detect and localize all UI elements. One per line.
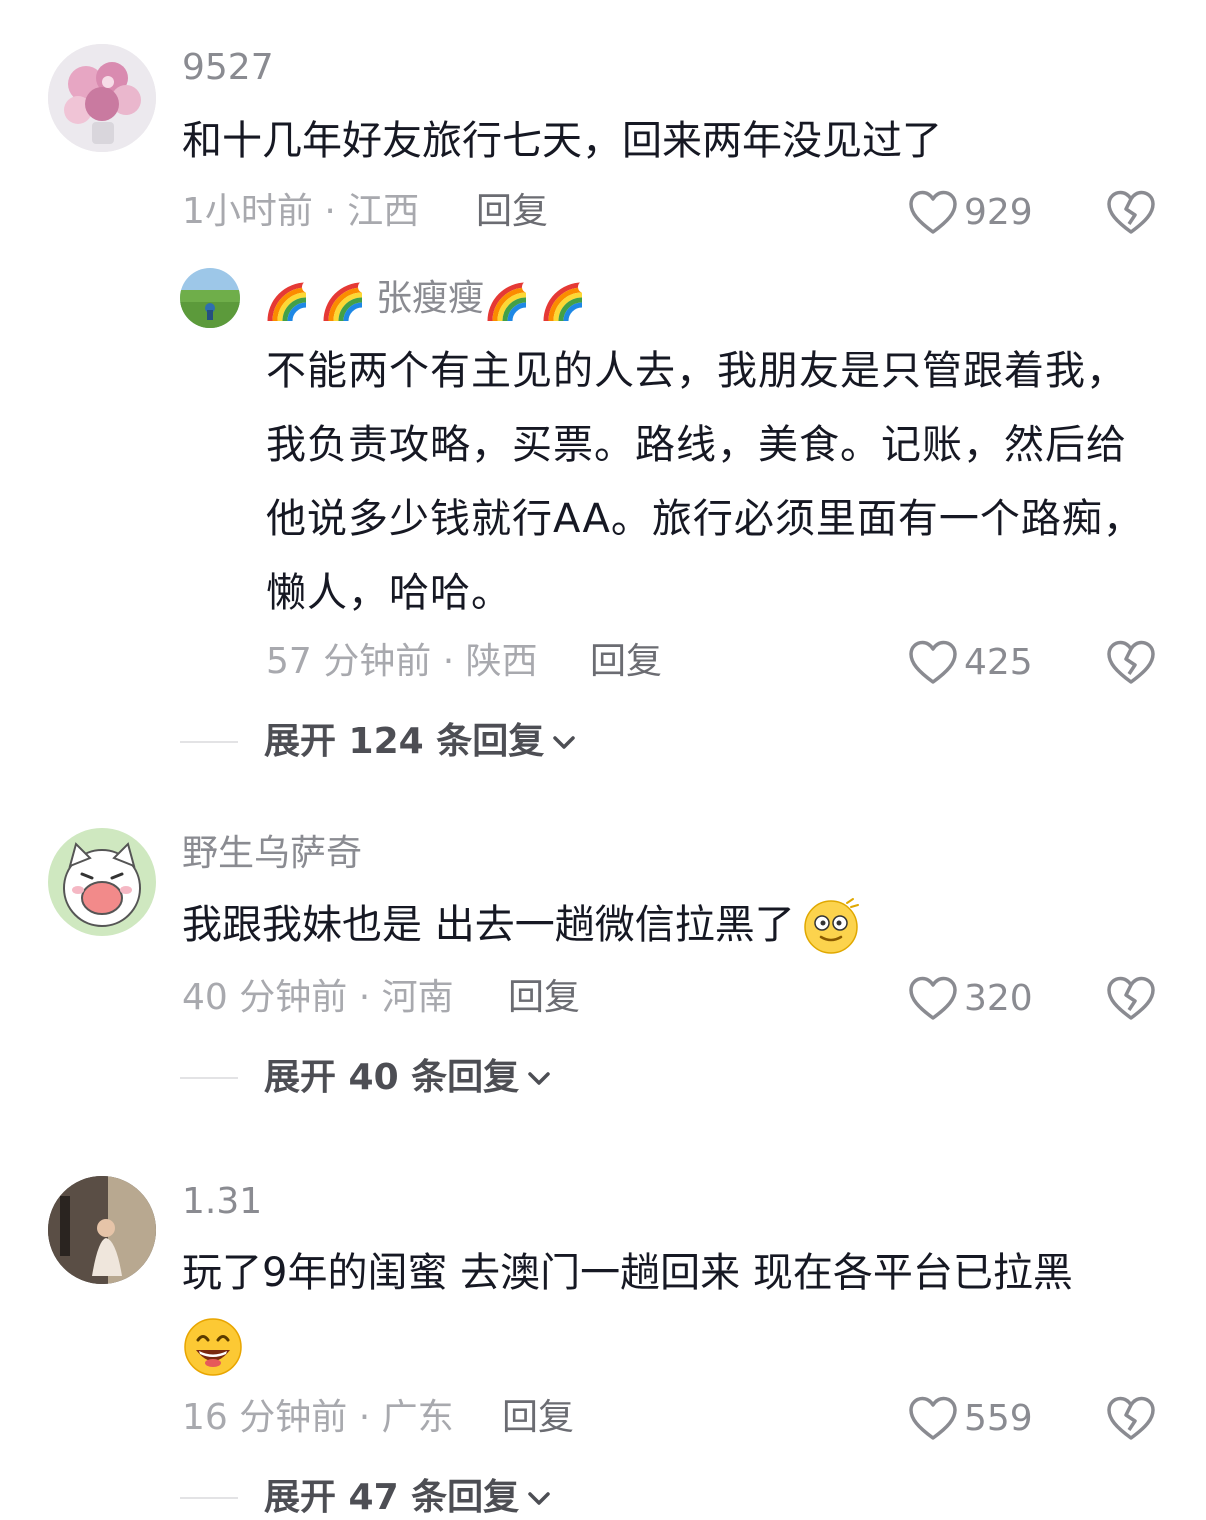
divider xyxy=(180,741,238,743)
reply-username-row: 张瘦瘦 xyxy=(266,272,594,326)
avatar[interactable] xyxy=(48,1176,156,1284)
avatar[interactable] xyxy=(48,828,156,936)
avatar[interactable] xyxy=(48,44,156,152)
rainbow-icon xyxy=(267,281,314,322)
reply-button[interactable]: 回复 xyxy=(508,976,580,1020)
time-location: 40 分钟前 · 河南 xyxy=(182,977,454,1018)
like-count: 320 xyxy=(964,978,1033,1019)
comment-emoji-row xyxy=(182,1316,244,1382)
like-button[interactable]: 425 xyxy=(908,638,1033,688)
username[interactable]: 张瘦瘦 xyxy=(376,277,484,321)
time-location: 57 分钟前 · 陕西 xyxy=(266,641,538,682)
dizzy-face-emoji-icon xyxy=(803,898,859,954)
chevron-down-icon xyxy=(553,736,575,749)
like-count: 559 xyxy=(964,1398,1033,1439)
flower-avatar-icon xyxy=(48,44,156,152)
broken-heart-icon xyxy=(1107,976,1155,1020)
rainbow-icon xyxy=(487,281,535,322)
like-count: 425 xyxy=(964,642,1033,683)
expand-replies-button[interactable]: 展开 124 条回复 xyxy=(180,720,578,764)
heart-icon xyxy=(909,190,957,234)
reply-button[interactable]: 回复 xyxy=(590,640,662,684)
chevron-down-icon xyxy=(528,1072,550,1085)
heart-icon xyxy=(909,1396,957,1440)
like-button[interactable]: 559 xyxy=(908,1394,1033,1444)
comment-text-row: 我跟我妹也是 出去一趟微信拉黑了 xyxy=(182,888,861,962)
broken-heart-icon xyxy=(1107,640,1155,684)
time-location: 1小时前 · 江西 xyxy=(182,191,420,232)
dislike-button[interactable] xyxy=(1106,976,1156,1024)
time-location: 16 分钟前 · 广东 xyxy=(182,1397,454,1438)
dislike-button[interactable] xyxy=(1106,640,1156,688)
username[interactable]: 1.31 xyxy=(182,1180,262,1224)
reply-button[interactable]: 回复 xyxy=(502,1396,574,1440)
like-count: 929 xyxy=(964,192,1033,233)
cartoon-cat-avatar-icon xyxy=(48,828,156,936)
comment-text: 玩了9年的闺蜜 去澳门一趟回来 现在各平台已拉黑 xyxy=(182,1250,1073,1296)
dislike-button[interactable] xyxy=(1106,1396,1156,1444)
grinning-face-emoji-icon xyxy=(184,1318,242,1376)
heart-icon xyxy=(909,640,957,684)
broken-heart-icon xyxy=(1107,1396,1155,1440)
person-photo-avatar-icon xyxy=(48,1176,156,1284)
broken-heart-icon xyxy=(1107,190,1155,234)
expand-replies-button[interactable]: 展开 40 条回复 xyxy=(180,1056,553,1100)
avatar[interactable] xyxy=(180,268,240,328)
divider xyxy=(180,1077,238,1079)
rainbow-icon xyxy=(323,281,370,322)
like-button[interactable]: 929 xyxy=(908,188,1033,238)
heart-icon xyxy=(909,976,957,1020)
expand-replies-label: 展开 40 条回复 xyxy=(264,1057,520,1098)
chevron-down-icon xyxy=(528,1492,550,1505)
expand-replies-label: 展开 47 条回复 xyxy=(264,1477,520,1518)
comment-text: 我跟我妹也是 出去一趟微信拉黑了 xyxy=(182,902,795,948)
reply-text: 不能两个有主见的人去，我朋友是只管跟着我，我负责攻略，买票。路线，美食。记账，然… xyxy=(266,348,1144,616)
grass-field-avatar-icon xyxy=(180,268,240,328)
expand-replies-button[interactable]: 展开 47 条回复 xyxy=(180,1476,553,1520)
username[interactable]: 9527 xyxy=(182,46,274,90)
like-button[interactable]: 320 xyxy=(908,974,1033,1024)
dislike-button[interactable] xyxy=(1106,190,1156,238)
rainbow-icon xyxy=(543,281,591,322)
reply-button[interactable]: 回复 xyxy=(476,190,548,234)
comment-text: 和十几年好友旅行七天，回来两年没见过了 xyxy=(182,118,942,164)
expand-replies-label: 展开 124 条回复 xyxy=(264,721,545,762)
username[interactable]: 野生乌萨奇 xyxy=(182,832,362,876)
